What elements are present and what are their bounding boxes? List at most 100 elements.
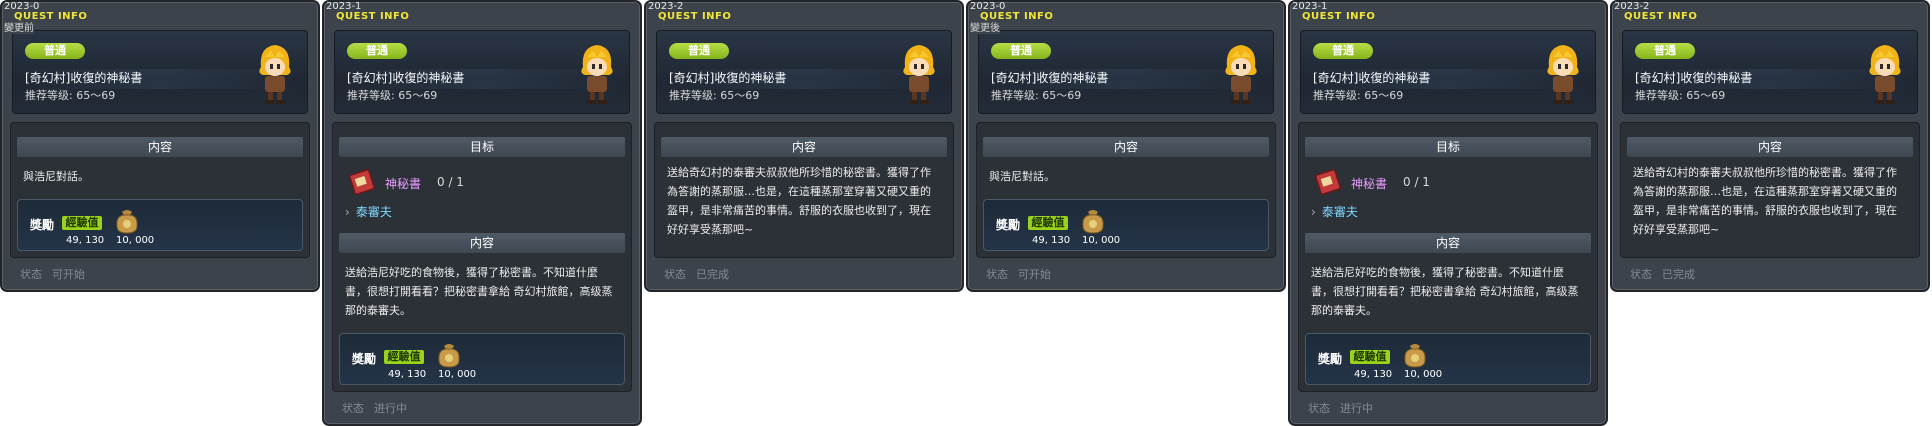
- section-header-content: 内容: [1305, 233, 1591, 253]
- exp-value: 49, 130: [1032, 235, 1071, 246]
- quest-description: 與浩尼對話。: [23, 170, 89, 183]
- quest-body: 内容 與浩尼對話。 獎勵 經驗值 49, 130 10, 000: [10, 122, 310, 258]
- change-note: 變更前: [4, 23, 34, 34]
- difficulty-badge: 普通: [25, 43, 85, 59]
- target-npc-name: 泰審夫: [355, 205, 392, 219]
- quest-description: 送給浩尼好吃的食物後，獲得了秘密書。不知道什麼書，很想打開看看？把秘密書拿給 奇…: [1311, 266, 1579, 317]
- meso-bag-icon: [1404, 344, 1426, 368]
- panel-title: QUEST INFO: [1624, 11, 1698, 22]
- quest-name: [奇幻村]收復的神秘書: [669, 71, 787, 85]
- secret-book-icon: [349, 169, 375, 195]
- reward-label: 獎勵: [996, 218, 1021, 232]
- recommended-level: 推荐等级: 65～69: [25, 89, 116, 102]
- meso-value: 10, 000: [438, 369, 477, 380]
- reward-box: 獎勵 經驗值 49, 130 10, 000: [983, 199, 1269, 251]
- target-npc-name: 泰審夫: [1321, 205, 1358, 219]
- quest-description: 送給浩尼好吃的食物後，獲得了秘密書。不知道什麼書，很想打開看看？把秘密書拿給 奇…: [345, 266, 613, 317]
- section-header-content: 内容: [17, 137, 303, 157]
- quest-header: 普通 [奇幻村]收復的神秘書 推荐等级: 65～69: [1622, 30, 1918, 114]
- section-header-target: 目标: [339, 137, 625, 157]
- recommended-level: 推荐等级: 65～69: [1635, 89, 1726, 102]
- difficulty-badge: 普通: [991, 43, 1051, 59]
- npc-portrait-icon: [1547, 45, 1579, 104]
- quest-info-panel: 2023-0 QUEST INFO 普通 [奇幻村]收復的神秘書 推荐等级: 6…: [0, 0, 320, 292]
- npc-portrait-icon: [1225, 45, 1257, 104]
- status-label: 状态: [1630, 268, 1652, 281]
- difficulty-badge: 普通: [1313, 43, 1373, 59]
- quest-status: 状态 已完成: [664, 268, 729, 282]
- reward-label: 獎勵: [352, 352, 377, 366]
- difficulty-badge: 普通: [669, 43, 729, 59]
- difficulty-badge: 普通: [1635, 43, 1695, 59]
- quest-description: 與浩尼對話。: [989, 170, 1055, 183]
- panel-title: QUEST INFO: [1302, 11, 1376, 22]
- panel-title: QUEST INFO: [14, 11, 88, 22]
- exp-badge: 經驗值: [1350, 350, 1390, 364]
- status-label: 状态: [664, 268, 686, 281]
- status-value: 已完成: [1662, 268, 1695, 281]
- quest-body: 目标 神秘書 0 / 1 › 泰審夫 内容 送給浩尼好吃的食物後，獲得了秘密書。不…: [332, 122, 632, 392]
- quest-body: 内容 送給奇幻村的泰審夫叔叔他所珍惜的秘密書。獲得了作為答謝的蒸那服…也是，在這…: [654, 122, 954, 258]
- npc-portrait-icon: [581, 45, 613, 104]
- objective-item-name: 神秘書: [385, 177, 422, 191]
- recommended-level: 推荐等级: 65～69: [1313, 89, 1404, 102]
- recommended-level: 推荐等级: 65～69: [347, 89, 438, 102]
- quest-description: 送給奇幻村的泰審夫叔叔他所珍惜的秘密書。獲得了作為答謝的蒸那服…也是，在這種蒸那…: [1633, 166, 1897, 236]
- exp-badge: 經驗值: [384, 350, 424, 364]
- chevron-right-icon: ›: [345, 205, 350, 219]
- quest-description: 送給奇幻村的泰審夫叔叔他所珍惜的秘密書。獲得了作為答謝的蒸那服…也是，在這種蒸那…: [667, 166, 931, 236]
- exp-badge: 經驗值: [1028, 216, 1068, 230]
- status-value: 已完成: [696, 268, 729, 281]
- status-value: 可开始: [1018, 268, 1051, 281]
- quest-status: 状态 可开始: [20, 268, 85, 282]
- quest-info-panel: 2023-1 QUEST INFO 普通 [奇幻村]收復的神秘書 推荐等级: 6…: [322, 0, 642, 426]
- objective-item-count: 0 / 1: [437, 175, 464, 189]
- quest-name: [奇幻村]收復的神秘書: [347, 71, 465, 85]
- status-label: 状态: [20, 268, 42, 281]
- recommended-level: 推荐等级: 65～69: [669, 89, 760, 102]
- quest-info-panel: 2023-2 QUEST INFO 普通 [奇幻村]收復的神秘書 推荐等级: 6…: [1610, 0, 1930, 292]
- objective-item-count: 0 / 1: [1403, 175, 1430, 189]
- quest-body: 目标 神秘書 0 / 1 › 泰審夫 内容 送給浩尼好吃的食物後，獲得了秘密書。不…: [1298, 122, 1598, 392]
- panel-title: QUEST INFO: [980, 11, 1054, 22]
- section-header-content: 内容: [661, 137, 947, 157]
- status-value: 可开始: [52, 268, 85, 281]
- quest-status: 状态 进行中: [342, 402, 407, 416]
- exp-value: 49, 130: [388, 369, 427, 380]
- meso-value: 10, 000: [116, 235, 155, 246]
- reward-box: 獎勵 經驗值 49, 130 10, 000: [1305, 333, 1591, 385]
- meso-value: 10, 000: [1082, 235, 1121, 246]
- target-npc[interactable]: › 泰審夫: [1311, 203, 1358, 220]
- objective-item-name: 神秘書: [1351, 177, 1388, 191]
- reward-box: 獎勵 經驗值 49, 130 10, 000: [339, 333, 625, 385]
- reward-box: 獎勵 經驗值 49, 130 10, 000: [17, 199, 303, 251]
- quest-status: 状态 可开始: [986, 268, 1051, 282]
- reward-label: 獎勵: [30, 218, 55, 232]
- section-header-target: 目标: [1305, 137, 1591, 157]
- exp-badge: 經驗值: [62, 216, 102, 230]
- target-npc[interactable]: › 泰審夫: [345, 203, 392, 220]
- status-value: 进行中: [374, 402, 407, 415]
- secret-book-icon: [1315, 169, 1341, 195]
- quest-header: 普通 [奇幻村]收復的神秘書 推荐等级: 65～69: [1300, 30, 1596, 114]
- status-value: 进行中: [1340, 402, 1373, 415]
- quest-name: [奇幻村]收復的神秘書: [1635, 71, 1753, 85]
- section-header-content: 内容: [983, 137, 1269, 157]
- section-header-content: 内容: [339, 233, 625, 253]
- chevron-right-icon: ›: [1311, 205, 1316, 219]
- change-note: 變更後: [970, 23, 1000, 34]
- quest-name: [奇幻村]收復的神秘書: [991, 71, 1109, 85]
- quest-body: 内容 與浩尼對話。 獎勵 經驗值 49, 130 10, 000: [976, 122, 1276, 258]
- npc-portrait-icon: [1869, 45, 1901, 104]
- exp-value: 49, 130: [66, 235, 105, 246]
- quest-name: [奇幻村]收復的神秘書: [1313, 71, 1431, 85]
- quest-info-panel: 2023-2 QUEST INFO 普通 [奇幻村]收復的神秘書 推荐等级: 6…: [644, 0, 964, 292]
- npc-portrait-icon: [903, 45, 935, 104]
- difficulty-badge: 普通: [347, 43, 407, 59]
- panel-title: QUEST INFO: [336, 11, 410, 22]
- quest-header: 普通 [奇幻村]收復的神秘書 推荐等级: 65～69: [656, 30, 952, 114]
- quest-body: 内容 送給奇幻村的泰審夫叔叔他所珍惜的秘密書。獲得了作為答謝的蒸那服…也是，在這…: [1620, 122, 1920, 258]
- reward-label: 獎勵: [1318, 352, 1343, 366]
- quest-status: 状态 已完成: [1630, 268, 1695, 282]
- exp-value: 49, 130: [1354, 369, 1393, 380]
